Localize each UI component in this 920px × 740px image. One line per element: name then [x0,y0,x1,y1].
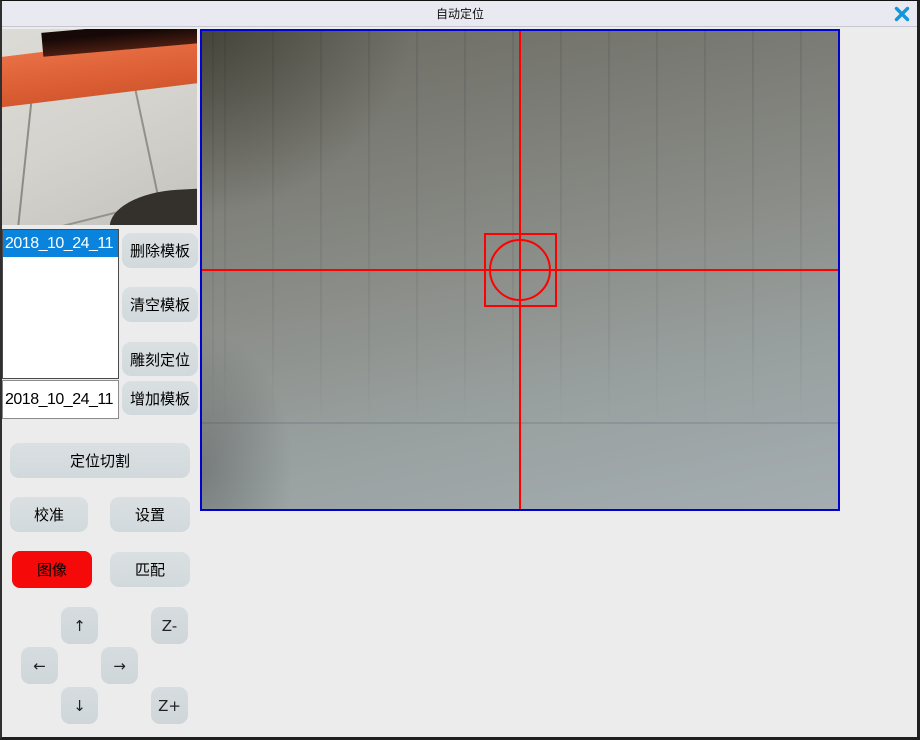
jog-right-button[interactable]: → [101,647,138,684]
close-button[interactable] [893,5,911,23]
calibrate-button[interactable]: 校准 [10,497,88,532]
dialog-title: 自动定位 [436,5,484,22]
jog-down-button[interactable]: ↓ [61,687,98,724]
jog-z-plus-button[interactable]: Z+ [151,687,188,724]
image-button[interactable]: 图像 [12,551,92,588]
template-name-input[interactable] [2,380,119,419]
clear-templates-button[interactable]: 清空模板 [122,287,198,322]
delete-template-button[interactable]: 删除模板 [122,233,198,268]
dark-object-shape [108,189,197,225]
title-bar: 自动定位 [0,0,920,27]
camera-view [200,29,840,511]
target-circle-overlay [489,239,551,301]
jog-z-minus-button[interactable]: Z- [151,607,188,644]
jog-up-button[interactable]: ↑ [61,607,98,644]
match-button[interactable]: 匹配 [110,552,190,587]
position-cut-button[interactable]: 定位切割 [10,443,190,478]
close-icon [894,6,910,22]
engrave-position-button[interactable]: 雕刻定位 [122,342,198,376]
tile-grout-line [17,91,34,225]
add-template-button[interactable]: 增加模板 [122,381,198,415]
settings-button[interactable]: 设置 [110,497,190,532]
template-list[interactable]: 2018_10_24_11 [2,229,119,379]
template-list-item[interactable]: 2018_10_24_11 [3,230,118,257]
jog-left-button[interactable]: ← [21,647,58,684]
template-preview-image [0,29,197,225]
auto-position-dialog: 自动定位 2018_10_24_11 删除模板 清空模板 雕刻定位 增加模板 定… [0,0,920,740]
